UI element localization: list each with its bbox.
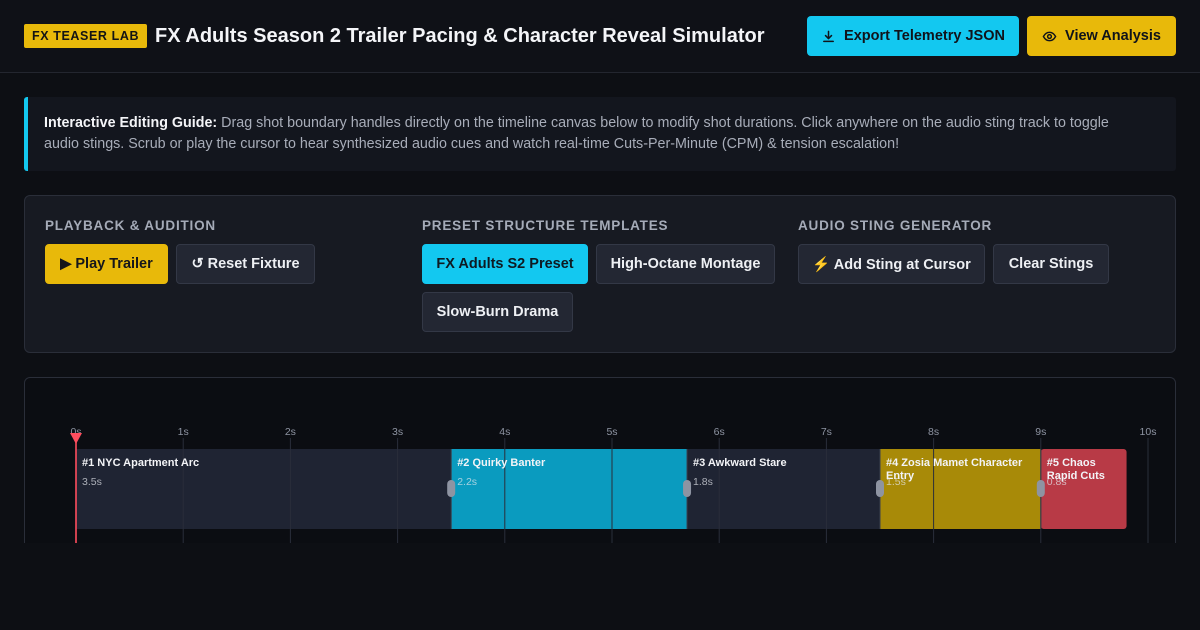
boundary-handle[interactable] — [683, 480, 692, 497]
tick-label: 4s — [499, 426, 510, 438]
shot-duration: 0.8s — [1047, 476, 1067, 488]
tick-label: 10s — [1140, 426, 1157, 438]
brand-badge: FX TEASER LAB — [24, 24, 148, 48]
control-panel: Playback & Audition ▶ Play Trailer ↺ Res… — [24, 195, 1176, 353]
shot-title: #1 NYC Apartment Arc — [82, 457, 199, 469]
eye-icon — [1042, 31, 1057, 41]
shot-duration: 3.5s — [82, 476, 102, 488]
presets-group: Preset Structure Templates — [422, 218, 668, 233]
shot-title: #3 Awkward Stare — [693, 457, 787, 469]
stings-group: Audio Sting Generator — [798, 218, 992, 233]
tick-label: 9s — [1035, 426, 1046, 438]
app-header: FX TEASER LAB FX Adults Season 2 Trailer… — [0, 0, 1200, 73]
timeline-canvas[interactable]: 0s 1s 2s 3s 4s 5s 6s 7s 8s 9s 10s #1 NYC Apartment … — [24, 377, 1176, 543]
download-icon — [823, 30, 834, 42]
preset-fx-adults-s2-button[interactable]: FX Adults S2 Preset — [422, 244, 588, 284]
tick-label: 7s — [821, 426, 832, 438]
shot-title: #2 Quirky Banter — [457, 457, 546, 469]
export-telemetry-button[interactable]: Export Telemetry JSON — [807, 16, 1019, 56]
shot-title: #4 Zosia Mamet Character — [886, 457, 1023, 469]
tick-label: 6s — [714, 426, 725, 438]
tick-label: 8s — [928, 426, 939, 438]
playback-title: Playback & Audition — [45, 218, 216, 233]
stings-title: Audio Sting Generator — [798, 218, 993, 233]
view-analysis-button[interactable]: View Analysis — [1027, 16, 1176, 56]
tick-label: 1s — [178, 426, 189, 438]
playhead-handle[interactable] — [70, 433, 82, 444]
shot-title: #5 Chaos — [1047, 457, 1096, 469]
timeline-svg[interactable]: 0s 1s 2s 3s 4s 5s 6s 7s 8s 9s 10s#1 NYC Apartment … — [25, 378, 1176, 543]
presets-title: Preset Structure Templates — [422, 218, 669, 233]
play-trailer-button[interactable]: ▶ Play Trailer — [45, 244, 168, 284]
boundary-handle[interactable] — [876, 480, 884, 497]
editing-guide: Interactive Editing Guide: Drag shot bou… — [24, 97, 1176, 171]
preset-slow-burn-button[interactable]: Slow-Burn Drama — [422, 292, 573, 332]
view-analysis-label: View Analysis — [1065, 28, 1161, 44]
guide-heading: Interactive Editing Guide: — [44, 115, 218, 131]
clear-stings-button[interactable]: Clear Stings — [993, 244, 1109, 284]
boundary-handle[interactable] — [1036, 480, 1045, 497]
shot-duration: 1.8s — [693, 476, 713, 488]
preset-high-octane-button[interactable]: High-Octane Montage — [596, 244, 775, 284]
tick-label: 3s — [392, 426, 403, 438]
boundary-handle[interactable] — [447, 480, 456, 497]
playback-group: Playback & Audition — [45, 218, 216, 233]
add-sting-button[interactable]: ⚡ Add Sting at Cursor — [798, 244, 985, 284]
tick-label: 5s — [606, 426, 617, 438]
export-telemetry-label: Export Telemetry JSON — [844, 28, 1005, 44]
reset-fixture-button[interactable]: ↺ Reset Fixture — [176, 244, 315, 284]
page-title: FX Adults Season 2 Trailer Pacing & Char… — [155, 25, 765, 47]
shot-duration: 2.2s — [457, 476, 477, 488]
shot-duration: 1.5s — [886, 476, 906, 488]
tick-label: 2s — [285, 426, 296, 438]
